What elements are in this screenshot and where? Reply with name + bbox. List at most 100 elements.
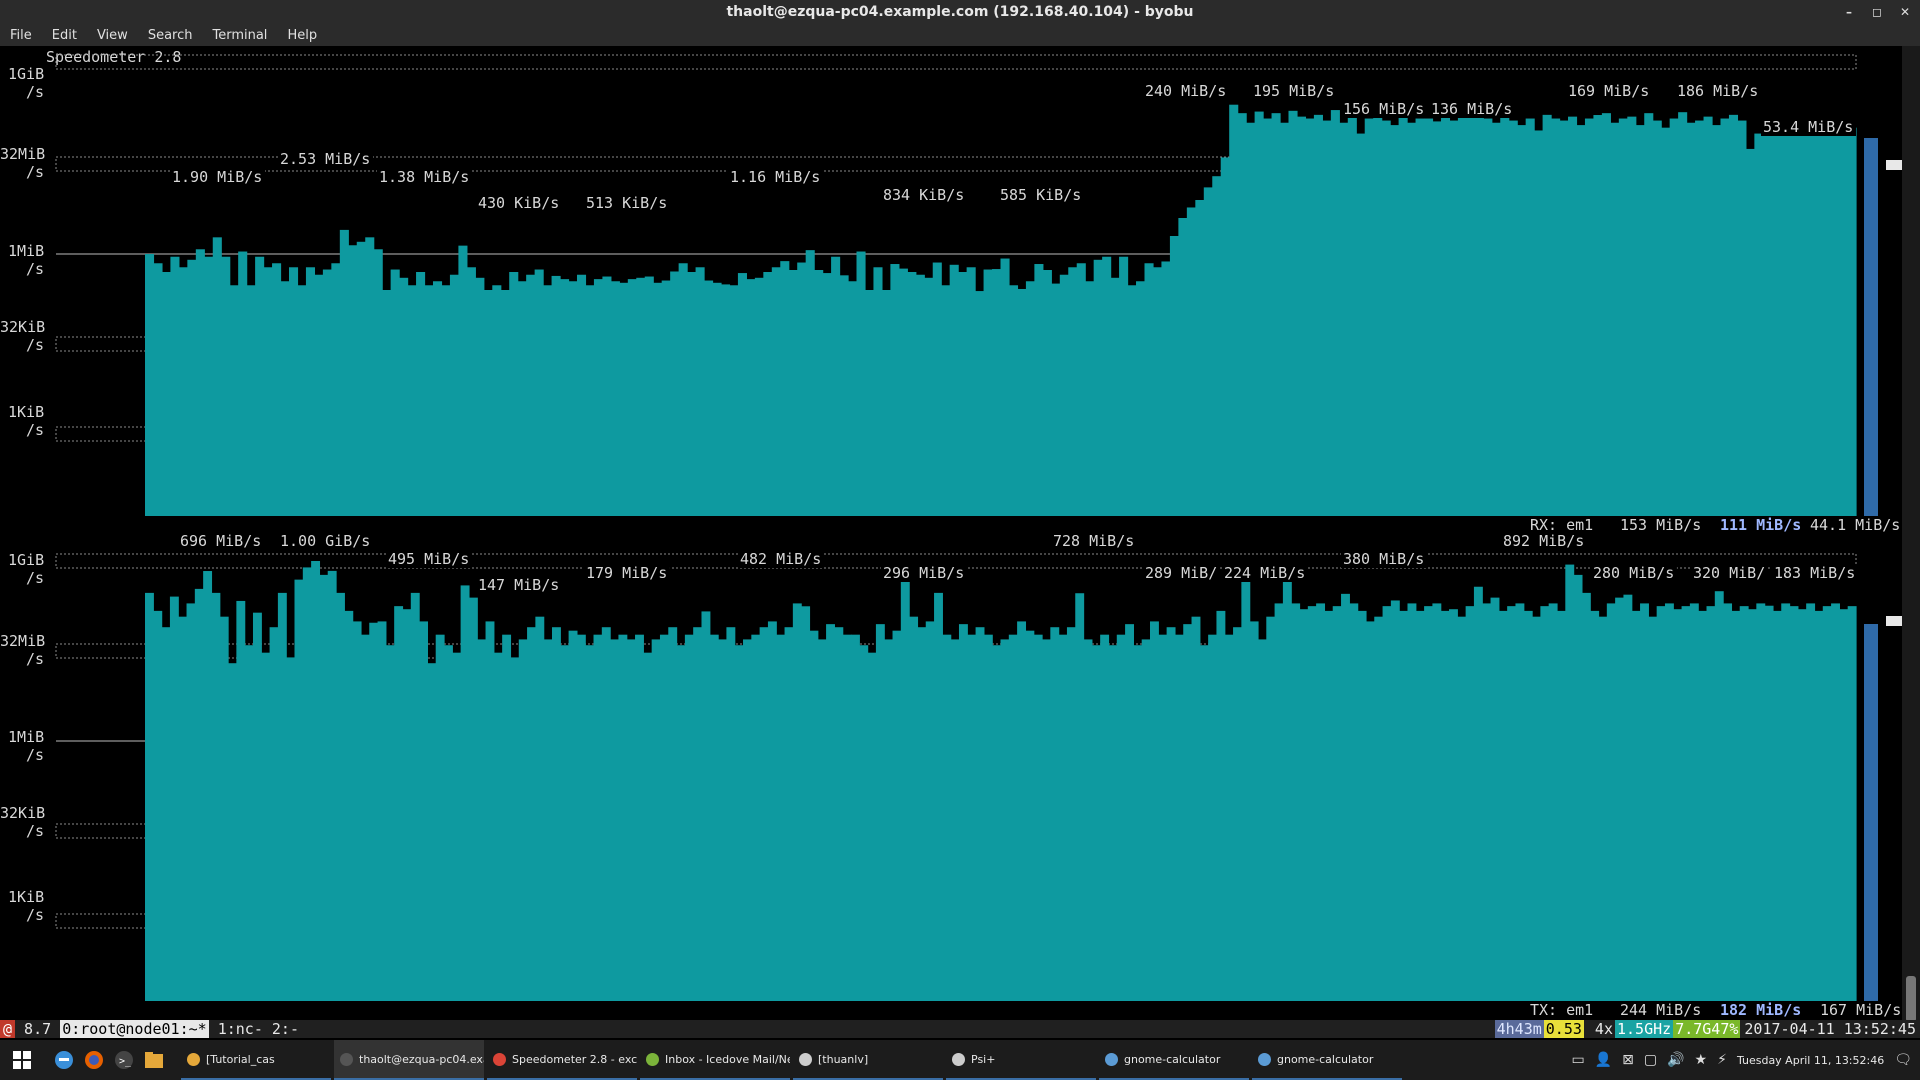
chart-bar xyxy=(1141,639,1151,1001)
chart-bar xyxy=(1847,127,1857,516)
chart-bar xyxy=(593,279,603,516)
chart-bar xyxy=(1017,621,1027,1001)
chart-bar xyxy=(475,277,485,516)
chart-bar xyxy=(236,600,246,1001)
star-icon[interactable]: ★ xyxy=(1695,1052,1708,1068)
menu-edit[interactable]: Edit xyxy=(42,28,87,43)
chart-bar xyxy=(382,290,392,516)
chart-bar xyxy=(492,285,502,516)
byobu-window-active[interactable]: 0:root@node01:~* xyxy=(60,1020,209,1038)
menu-view[interactable]: View xyxy=(87,28,138,43)
firefox-icon[interactable] xyxy=(80,1046,108,1074)
volume-icon[interactable]: 🔊 xyxy=(1667,1052,1684,1068)
chart-bar xyxy=(1025,281,1035,516)
terminal-area[interactable]: Speedometer 2.8 1GiB /s 32MiB /s 1MiB /s… xyxy=(0,46,1902,1022)
taskbar-task[interactable]: gnome-calculator xyxy=(1099,1040,1249,1080)
chart-bar xyxy=(517,281,527,516)
minimize-icon[interactable]: – xyxy=(1842,5,1856,19)
chart-bar xyxy=(1483,118,1493,516)
chart-bar xyxy=(373,249,383,516)
chart-bar xyxy=(311,561,321,1001)
peak-label: 147 MiB/s xyxy=(478,576,559,594)
chart-bar xyxy=(729,285,739,516)
chart-bar xyxy=(704,280,714,516)
rx-axis-label-1kib: 1KiB xyxy=(8,403,44,421)
maximize-icon[interactable]: ◻ xyxy=(1870,5,1884,19)
chart-bar xyxy=(693,627,703,1001)
chart-bar xyxy=(1517,125,1527,516)
chart-bar xyxy=(1316,603,1326,1001)
chart-bar xyxy=(1332,606,1342,1001)
files-icon[interactable] xyxy=(140,1046,168,1074)
chart-bar xyxy=(238,251,248,516)
chart-bar xyxy=(890,264,900,516)
menu-terminal[interactable]: Terminal xyxy=(202,28,277,43)
chart-bar xyxy=(319,574,329,1001)
close-icon[interactable]: ✕ xyxy=(1898,5,1912,19)
chart-bar xyxy=(1398,117,1408,516)
network-icon[interactable]: ⊠ xyxy=(1622,1052,1634,1068)
chart-bar xyxy=(635,634,644,1001)
taskbar-task[interactable]: Inbox - Icedove Mail/Ne... xyxy=(640,1040,790,1080)
chart-bar xyxy=(1745,148,1755,516)
taskbar-clock[interactable]: Tuesday April 11, 13:52:46 xyxy=(1737,1054,1884,1067)
chart-bar xyxy=(718,639,728,1001)
taskbar-task[interactable]: [thuanlv] xyxy=(793,1040,943,1080)
terminal-scrollbar[interactable] xyxy=(1902,46,1920,1022)
taskbar-task[interactable]: [Tutorial_cas xyxy=(181,1040,331,1080)
chart-bar xyxy=(187,259,197,516)
mail-icon xyxy=(646,1052,659,1066)
chart-bar xyxy=(751,634,761,1001)
chart-bar xyxy=(1133,645,1143,1001)
windows-icon[interactable] xyxy=(8,1046,36,1074)
show-desktop-icon[interactable]: ▭ xyxy=(1571,1052,1584,1068)
chart-bar xyxy=(543,639,553,1001)
chart-bar xyxy=(925,621,935,1001)
terminal-icon[interactable]: >_ xyxy=(110,1046,138,1074)
chart-bar xyxy=(763,272,773,516)
chart-bar xyxy=(668,627,678,1001)
display-icon[interactable]: ▢ xyxy=(1644,1052,1657,1068)
chart-bar xyxy=(1440,114,1451,516)
chart-bar xyxy=(1839,129,1849,516)
chart-bar xyxy=(1847,606,1857,1001)
chart-bar xyxy=(203,571,213,1001)
taskbar-task[interactable]: Psi+ xyxy=(946,1040,1096,1080)
menu-file[interactable]: File xyxy=(0,28,42,43)
chart-bar xyxy=(500,290,510,516)
taskbar-task-label: Speedometer 2.8 - exce... xyxy=(512,1052,637,1066)
byobu-window-list[interactable]: 1:nc- 2:- xyxy=(209,1020,308,1038)
chart-bar xyxy=(797,262,807,516)
chart-bar xyxy=(958,272,968,516)
chart-bar xyxy=(1457,616,1467,1001)
window-titlebar: thaolt@ezqua-pc04.example.com (192.168.4… xyxy=(0,0,1920,24)
chart-bar xyxy=(228,663,237,1001)
chart-bar xyxy=(1565,564,1575,1001)
taskbar-task[interactable]: thaolt@ezqua-pc04.exa... xyxy=(334,1040,484,1080)
menu-search[interactable]: Search xyxy=(138,28,203,43)
chart-bar xyxy=(1465,606,1475,1001)
scrollbar-thumb[interactable] xyxy=(1906,976,1916,1022)
peak-label: 728 MiB/s xyxy=(1053,532,1134,550)
chart-bar xyxy=(1183,624,1193,1001)
chart-bar xyxy=(670,271,680,516)
user-icon[interactable]: 👤 xyxy=(1595,1052,1612,1068)
chart-bar xyxy=(1673,609,1683,1001)
chart-bar xyxy=(402,609,412,1001)
chart-bar xyxy=(788,270,798,516)
chart-bar xyxy=(636,277,646,516)
chart-bar xyxy=(1813,125,1823,516)
chart-bar xyxy=(1152,267,1163,516)
chart-bar xyxy=(898,268,908,516)
finder-icon[interactable] xyxy=(50,1046,78,1074)
chart-bar xyxy=(194,588,204,1001)
taskbar-task[interactable]: Speedometer 2.8 - exce... xyxy=(487,1040,637,1080)
notification-icon[interactable]: 🗨 xyxy=(1894,1052,1912,1068)
chart-bar xyxy=(460,585,470,1001)
update-icon[interactable]: ⚡ xyxy=(1717,1052,1727,1068)
tx-axis-label-1kib: 1KiB xyxy=(8,888,44,906)
taskbar-task[interactable]: gnome-calculator xyxy=(1252,1040,1402,1080)
menu-help[interactable]: Help xyxy=(277,28,327,43)
chart-bar xyxy=(294,579,304,1001)
taskbar-task-label: gnome-calculator xyxy=(1124,1052,1221,1066)
